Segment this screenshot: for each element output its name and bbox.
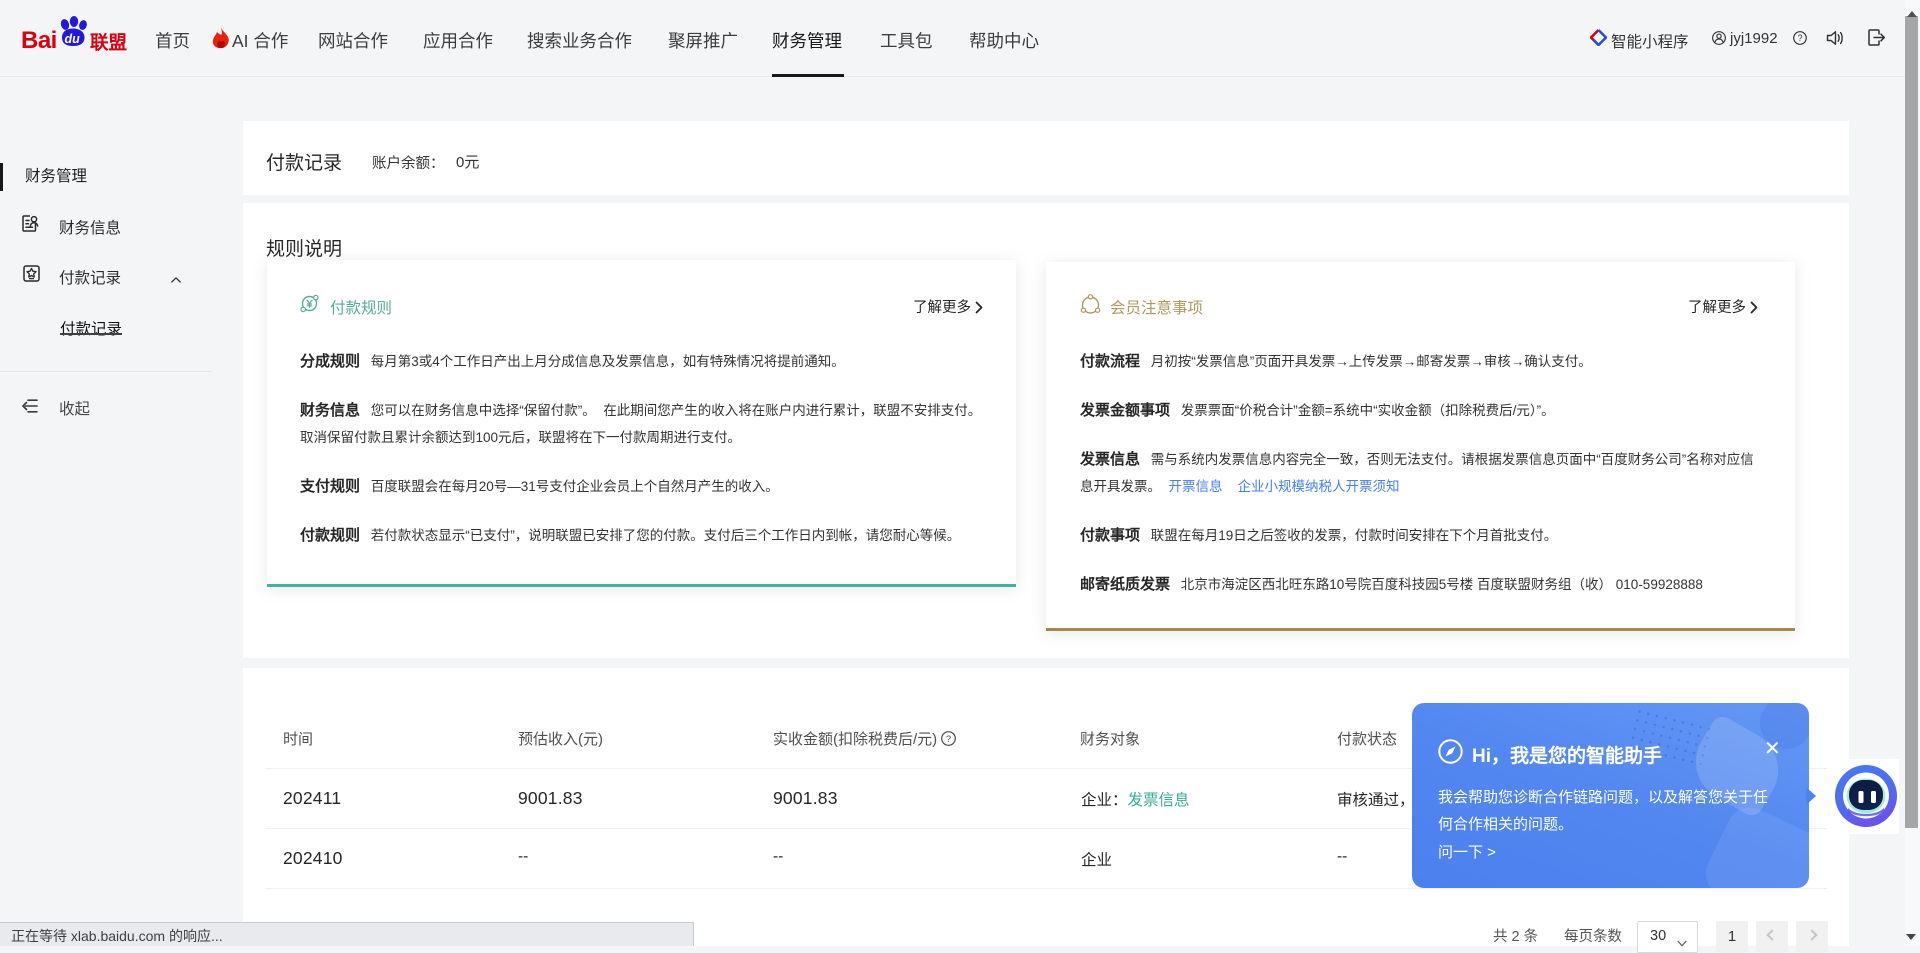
svg-text:?: ? (1798, 33, 1803, 43)
svg-text:?: ? (946, 734, 951, 745)
svg-text:du: du (65, 32, 81, 46)
